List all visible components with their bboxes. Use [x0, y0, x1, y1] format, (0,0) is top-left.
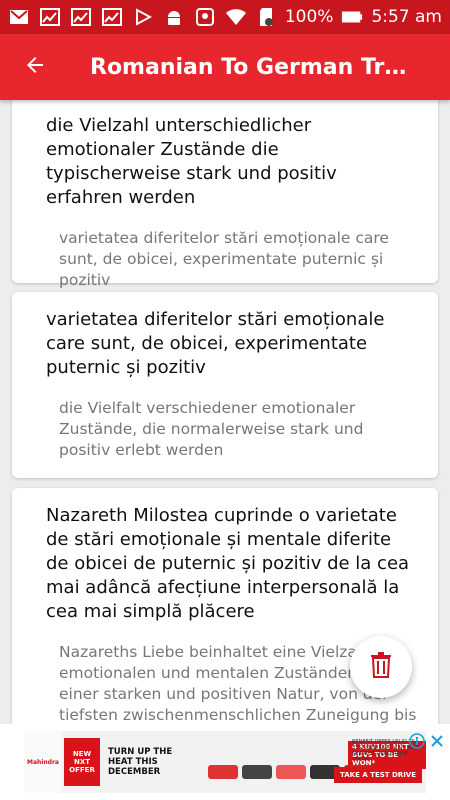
translation-card[interactable]: varietatea diferitelor stări emoționale …: [12, 292, 438, 478]
wifi-icon: [225, 7, 247, 27]
ad-brand-logo: Mahindra: [24, 731, 62, 793]
translated-text: die Vielfalt verschiedener emotionaler Z…: [59, 399, 364, 459]
chart-icon: [39, 7, 61, 27]
source-text: varietatea diferitelor stări emoționale …: [46, 309, 385, 378]
page-title: Romanian To German Trans...: [90, 54, 420, 80]
ad-badge: NEW NXT OFFER: [64, 738, 100, 786]
source-text: die Vielzahl unterschiedlicher emotional…: [46, 115, 337, 208]
ad-banner[interactable]: Mahindra NEW NXT OFFER TURN UP THE HEAT …: [24, 731, 426, 793]
map-icon: [194, 7, 216, 27]
ad-area: Mahindra NEW NXT OFFER TURN UP THE HEAT …: [0, 724, 450, 800]
android-icon: [163, 7, 185, 27]
trash-icon: [370, 652, 392, 682]
translation-card[interactable]: die Vielzahl unterschiedlicher emotional…: [12, 100, 438, 289]
back-button[interactable]: [0, 34, 70, 100]
translation-list[interactable]: die Vielzahl unterschiedlicher emotional…: [0, 100, 450, 724]
chart-icon: [70, 7, 92, 27]
delete-button[interactable]: [350, 636, 412, 698]
system-status: 100% 5:57 am: [225, 7, 442, 27]
source-text: Nazareth Milostea cuprinde o varietate d…: [46, 505, 410, 622]
battery-percent: 100%: [284, 7, 334, 27]
ad-close-icon[interactable]: [428, 732, 446, 750]
translated-text: varietatea diferitelor stări emoționale …: [59, 229, 389, 289]
play-store-icon: [132, 7, 154, 27]
sd-card-icon: [255, 7, 277, 27]
ad-info-icon[interactable]: [408, 732, 426, 750]
battery-icon: [341, 7, 363, 27]
ad-cta-button[interactable]: TAKE A TEST DRIVE: [334, 767, 422, 783]
app-bar: Romanian To German Trans...: [0, 34, 450, 100]
ad-headline: TURN UP THE HEAT THIS DECEMBER: [108, 747, 173, 777]
clock: 5:57 am: [371, 7, 442, 27]
gmail-icon: [8, 7, 30, 27]
chart-icon: [101, 7, 123, 27]
notification-icons: [8, 7, 225, 27]
status-bar: 100% 5:57 am: [0, 0, 450, 34]
arrow-back-icon: [23, 53, 47, 81]
ad-cars-image: 4 KUV100 NXT SUVs TO BE WON* BENEFIT OFF…: [198, 731, 426, 793]
